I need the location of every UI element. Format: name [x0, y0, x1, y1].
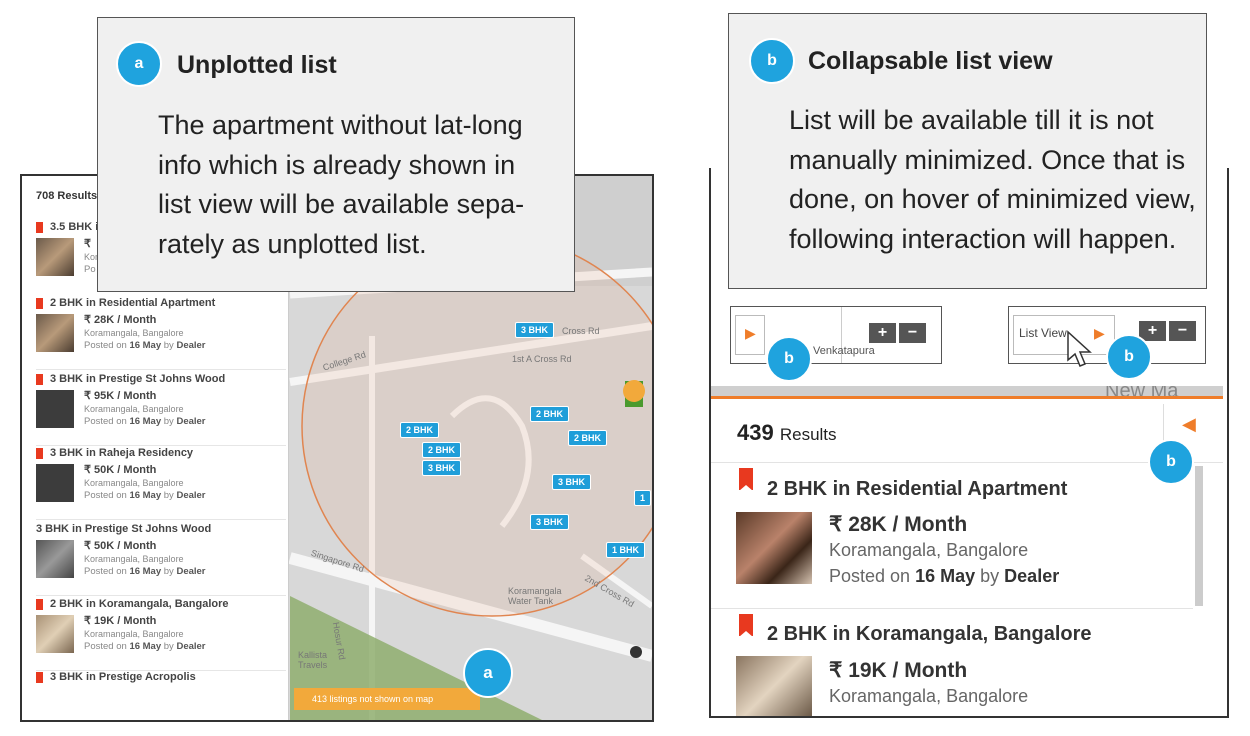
scrollbar[interactable] — [1195, 466, 1203, 606]
callout-body: List will be available till it is not ma… — [789, 105, 1196, 254]
item-posted: Posted on 16 May by Dealer — [84, 490, 206, 501]
expand-list-button[interactable]: ▶ — [735, 315, 765, 355]
item-title: 3 BHK in Prestige St Johns Wood — [36, 523, 212, 535]
item-title: 2 BHK in Koramangala, Bangalore — [767, 623, 1092, 645]
item-location: Koramangala, Bangalore — [84, 404, 184, 414]
item-price: ₹ 28K / Month — [829, 513, 968, 536]
callout-marker-b: b — [1106, 334, 1152, 380]
expanded-list-view: New Ma 439 Results ◀ 2 BHK in Residentia… — [711, 386, 1223, 716]
map-pin[interactable]: 1 BHK — [606, 542, 646, 558]
item-title: 3 BHK in Prestige Acropolis — [50, 671, 196, 683]
item-price: ₹ 50K / Month — [84, 540, 157, 552]
project-image-thumbnail — [36, 464, 74, 502]
map-place-label: New Ma — [1105, 386, 1179, 402]
item-price: ₹ 19K / Month — [84, 615, 157, 627]
callout-collapsable-list: b Collapsable list view List will be ava… — [728, 13, 1207, 289]
item-price: ₹ 19K / Month — [829, 659, 968, 682]
map-pin[interactable]: 2 BHK — [400, 422, 440, 438]
callout-badge-b: b — [749, 38, 795, 84]
list-item[interactable]: 2 BHK in Koramangala, Bangalore ₹ 19K / … — [36, 597, 286, 671]
callout-body: The apartment without lat-long info whic… — [158, 110, 525, 259]
item-location: Koramangala, Bangalore — [829, 540, 1029, 560]
map-pin[interactable]: 2 BHK — [530, 406, 570, 422]
item-title: 2 BHK in Koramangala, Bangalore — [50, 598, 229, 610]
map-pin[interactable]: 1 — [634, 490, 652, 506]
callout-title: Unplotted list — [177, 51, 337, 79]
item-posted: Po — [84, 264, 96, 275]
item-price: ₹ 95K / Month — [84, 390, 157, 402]
zoom-in-button[interactable]: + — [869, 323, 896, 343]
flag-icon — [36, 599, 43, 613]
flag-icon — [36, 374, 43, 388]
map-poi-label: Koramangala Water Tank — [508, 586, 562, 606]
map-road-label: Cross Rd — [562, 326, 600, 336]
list-item[interactable]: 2 BHK in Residential Apartment ₹ 28K / M… — [36, 296, 286, 370]
property-thumbnail — [736, 512, 812, 584]
property-thumbnail — [36, 314, 74, 352]
item-posted: Posted on 16 May by Dealer — [84, 340, 206, 351]
callout-badge-a: a — [116, 41, 162, 87]
flag-icon — [739, 468, 753, 491]
map-road-label: 1st A Cross Rd — [512, 354, 572, 364]
map-pin[interactable]: 2 BHK — [568, 430, 608, 446]
list-item[interactable]: 3 BHK in Prestige St Johns Wood ₹ 50K / … — [36, 522, 286, 596]
property-thumbnail — [36, 540, 74, 578]
map-pin[interactable]: 3 BHK — [422, 460, 462, 476]
item-price: ₹ — [84, 238, 91, 250]
callout-marker-b: b — [1148, 439, 1194, 485]
map-pin[interactable]: 3 BHK — [530, 514, 570, 530]
list-item[interactable]: 3 BHK in Prestige St Johns Wood ₹ 95K / … — [36, 372, 286, 446]
map-pin[interactable]: 3 BHK — [515, 322, 555, 338]
property-thumbnail — [36, 615, 74, 653]
flag-icon — [36, 672, 43, 686]
item-price: ₹ 28K / Month — [84, 314, 157, 326]
item-posted: Posted on 16 May by Dealer — [84, 566, 206, 577]
item-title: 3 BHK in Prestige St Johns Wood — [50, 373, 226, 385]
item-title: 2 BHK in Residential Apartment — [50, 297, 216, 309]
property-thumbnail — [36, 238, 74, 276]
map-place-label: Venkatapura — [813, 345, 875, 357]
callout-title: Collapsable list view — [808, 47, 1053, 75]
list-item[interactable]: 3 BHK in Raheja Residency ₹ 50K / Month … — [36, 446, 286, 520]
item-title: 3 BHK in Raheja Residency — [50, 447, 194, 459]
list-view-button[interactable]: List View ▶ — [1013, 315, 1115, 355]
unplotted-listings-bar[interactable]: 413 listings not shown on map — [294, 688, 480, 710]
callout-marker-a: a — [463, 648, 513, 698]
project-image-thumbnail — [36, 390, 74, 428]
zoom-out-button[interactable]: − — [899, 323, 926, 343]
flag-icon — [739, 614, 753, 637]
item-location: Koramangala, Bangalore — [829, 686, 1029, 706]
item-location: Koramangala, Bangalore — [84, 478, 184, 488]
list-item[interactable]: 3 BHK in Prestige Acropolis — [36, 670, 286, 690]
flag-icon — [36, 448, 43, 462]
callout-unplotted-list: a Unplotted list The apartment without l… — [97, 17, 575, 292]
results-count: 708 Results — [36, 190, 98, 202]
results-count: 439 Results — [737, 420, 837, 445]
flag-icon — [36, 298, 43, 312]
item-location: Koramangala, Bangalore — [84, 629, 184, 639]
item-posted: Posted on 16 May by Dealer — [84, 416, 206, 427]
collapse-arrow-icon: ◀ — [1182, 414, 1196, 434]
item-posted: Posted on 16 May by Dealer — [84, 641, 206, 652]
map-pin[interactable]: 2 BHK — [422, 442, 462, 458]
map-pin[interactable]: 3 BHK — [552, 474, 592, 490]
expand-arrow-icon: ▶ — [745, 325, 756, 341]
item-location: Koramangala, Bangalore — [84, 328, 184, 338]
flag-icon — [36, 222, 43, 236]
item-location: Koramangala, Bangalore — [84, 554, 184, 564]
property-thumbnail — [736, 656, 812, 716]
map-poi-label: Kallista Travels — [298, 650, 328, 670]
callout-marker-b: b — [766, 336, 812, 382]
item-price: ₹ 50K / Month — [84, 464, 157, 476]
mouse-cursor-icon — [1067, 330, 1092, 367]
minimized-list-view: ▶ Venkatapura + − — [730, 306, 942, 364]
item-posted: Posted on 16 May by Dealer — [829, 566, 1060, 586]
item-title: 2 BHK in Residential Apartment — [767, 478, 1068, 500]
zoom-out-button[interactable]: − — [1169, 321, 1196, 341]
list-view-label: List View — [1019, 326, 1067, 340]
